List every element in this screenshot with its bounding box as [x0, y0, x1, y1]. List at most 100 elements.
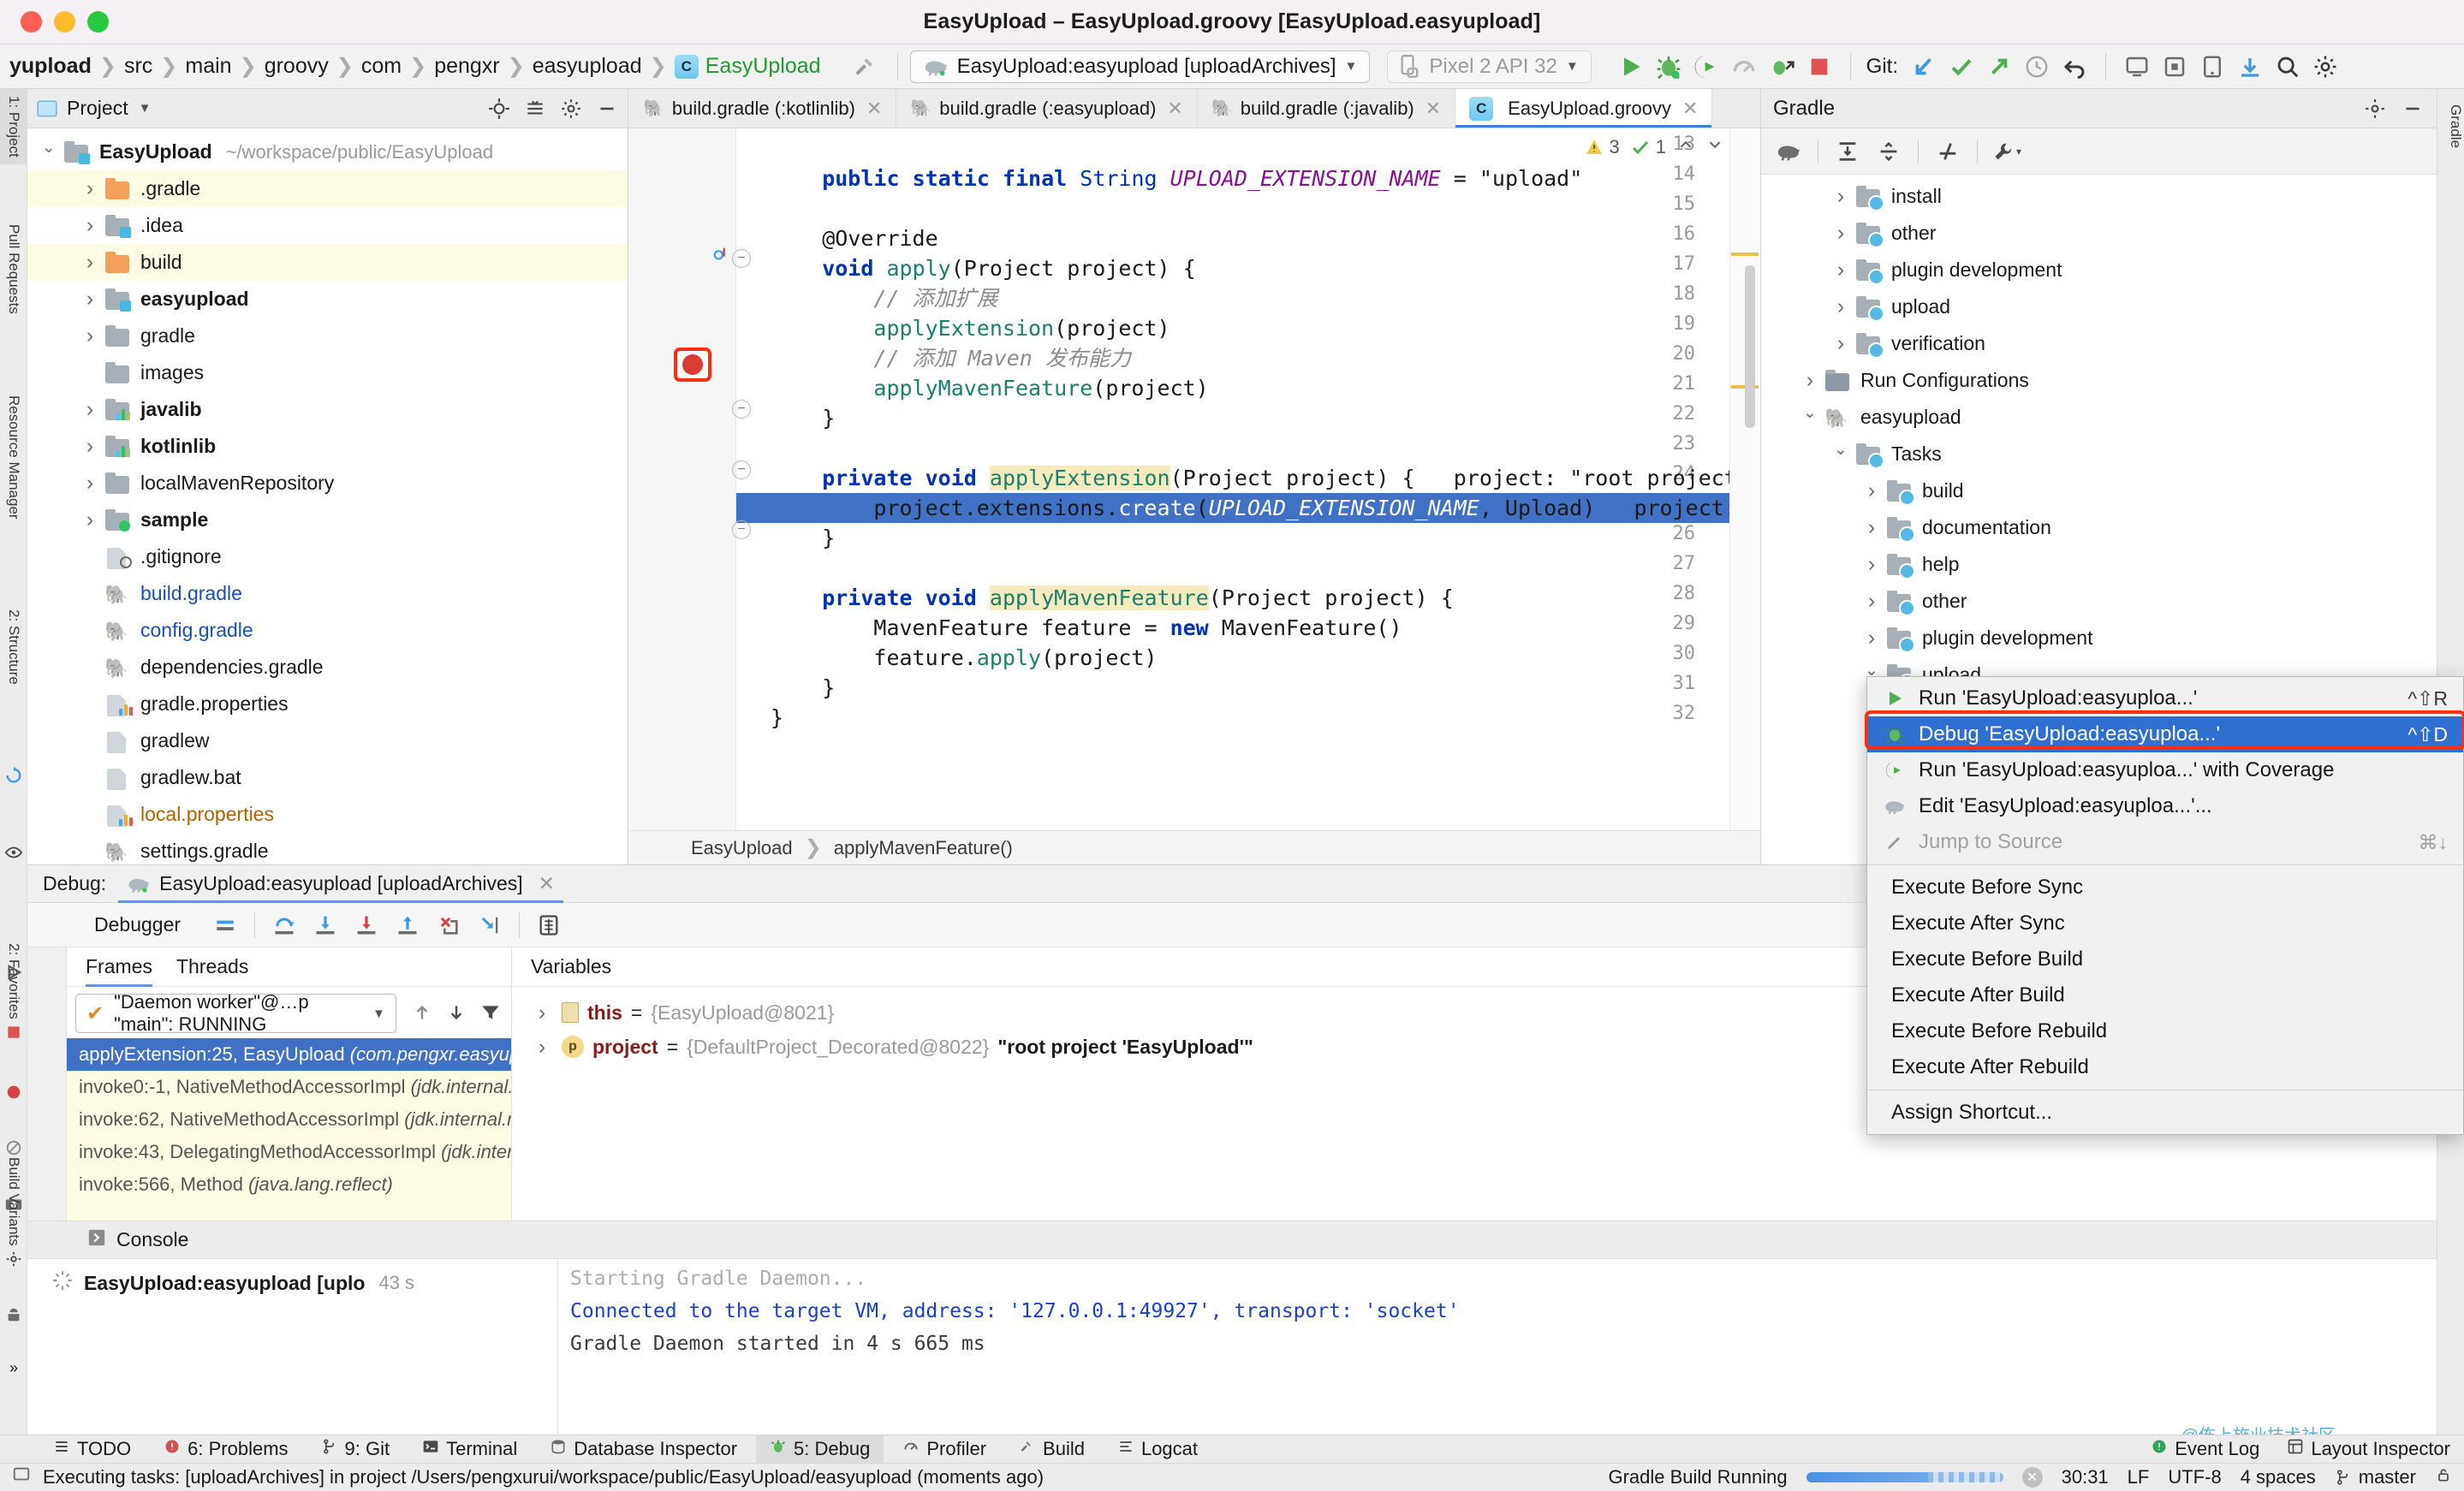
debug-button[interactable]: [1650, 48, 1687, 86]
gradle-tree-item[interactable]: 🐘 easyupload: [1761, 399, 2437, 436]
context-menu-item[interactable]: Execute After Build: [1867, 977, 2463, 1013]
android-icon[interactable]: [3, 1304, 24, 1325]
code-line[interactable]: }: [736, 523, 1760, 553]
tool-window-button[interactable]: 9: Git: [307, 1435, 404, 1464]
chevron-right-icon[interactable]: [1830, 331, 1852, 356]
editor-breadcrumb[interactable]: EasyUpload ❯ applyMavenFeature(): [629, 830, 1760, 864]
code-line[interactable]: }: [736, 673, 1760, 703]
code-line[interactable]: [736, 193, 1760, 223]
tab-threads[interactable]: Threads: [176, 955, 248, 978]
run-button[interactable]: [1612, 48, 1650, 86]
chevron-down-icon[interactable]: [1830, 444, 1852, 464]
file-encoding[interactable]: UTF-8: [2168, 1466, 2221, 1488]
code-line[interactable]: project.extensions.create(UPLOAD_EXTENSI…: [736, 493, 1760, 523]
git-push-icon[interactable]: [1980, 48, 2018, 86]
context-menu-item[interactable]: Debug 'EasyUpload:easyuploa...' ^⇧D: [1867, 716, 2463, 752]
fold-minus-icon[interactable]: −: [732, 400, 751, 419]
gradle-tree-item[interactable]: build: [1761, 472, 2437, 509]
gradle-toolbar[interactable]: ▾: [1761, 128, 2437, 175]
editor-gutter[interactable]: [629, 128, 736, 830]
breadcrumb-item-3[interactable]: groovy: [257, 54, 336, 79]
tree-item[interactable]: javalib: [27, 391, 628, 428]
evaluate-expression-icon[interactable]: [537, 913, 561, 937]
context-menu-item[interactable]: Execute Before Rebuild: [1867, 1013, 2463, 1049]
debugger-tab-label[interactable]: Debugger: [94, 913, 181, 936]
gradle-refresh-elephant-icon[interactable]: [1770, 134, 1807, 169]
scroll-down-icon[interactable]: [1705, 135, 1724, 159]
thread-selector[interactable]: ✔ "Daemon worker"@…p "main": RUNNING ▼: [75, 991, 396, 1035]
gradle-wrench-icon[interactable]: ▾: [1988, 134, 2026, 169]
device-selector[interactable]: Pixel 2 API 32 ▼: [1387, 50, 1592, 83]
tool-window-bar[interactable]: TODO 6: Problems 9: Git Terminal Database In…: [0, 1435, 2464, 1464]
chevron-right-icon[interactable]: [531, 1001, 553, 1025]
gradle-settings-gear-icon[interactable]: [2363, 97, 2387, 121]
close-tab-icon[interactable]: ✕: [1167, 98, 1182, 120]
tree-item[interactable]: gradle.properties: [27, 686, 628, 722]
tree-item[interactable]: gradlew: [27, 722, 628, 759]
git-branch[interactable]: master: [2335, 1466, 2416, 1488]
sidebar-tab-build-variants[interactable]: Build Variants: [0, 1150, 27, 1253]
editor-tab[interactable]: 🐘 build.gradle (:javalib) ✕: [1198, 89, 1456, 128]
fold-minus-icon[interactable]: −: [732, 520, 751, 539]
restart-debug-icon[interactable]: [3, 765, 24, 786]
stack-frame[interactable]: invoke:43, DelegatingMethodAccessorImpl …: [67, 1136, 511, 1168]
tree-item[interactable]: gradlew.bat: [27, 759, 628, 796]
project-file-tree[interactable]: EasyUpload ~/workspace/public/EasyUpload.…: [27, 128, 628, 864]
console-task-list[interactable]: EasyUpload:easyupload [uplo 43 s: [27, 1259, 558, 1435]
stack-frame[interactable]: invoke:62, NativeMethodAccessorImpl (jdk…: [67, 1103, 511, 1136]
profiler-button[interactable]: [1725, 48, 1763, 86]
code-editor[interactable]: 1314151617181920212223242526272829303132…: [629, 128, 1760, 830]
tree-item[interactable]: 🐘 settings.gradle: [27, 833, 628, 864]
tool-window-button[interactable]: Profiler: [889, 1435, 1000, 1464]
device-manager-icon[interactable]: [2118, 48, 2156, 86]
lock-icon[interactable]: [2435, 1465, 2452, 1489]
gradle-tree-item[interactable]: Run Configurations: [1761, 362, 2437, 399]
stack-frame[interactable]: invoke:566, Method (java.lang.reflect): [67, 1168, 511, 1201]
git-history-icon[interactable]: [2018, 48, 2056, 86]
step-out-icon[interactable]: [396, 913, 420, 937]
tree-item[interactable]: localMavenRepository: [27, 465, 628, 502]
caret-position[interactable]: 30:31: [2062, 1466, 2109, 1488]
breadcrumb-item-4[interactable]: com: [354, 54, 409, 79]
context-menu-item[interactable]: Run 'EasyUpload:easyuploa...' ^⇧R: [1867, 680, 2463, 716]
context-menu-item[interactable]: Edit 'EasyUpload:easyuploa...'...: [1867, 788, 2463, 824]
sidebar-tab-gradle[interactable]: Gradle: [2437, 98, 2464, 155]
tree-item[interactable]: 🐘 config.gradle: [27, 612, 628, 649]
code-line[interactable]: @Override: [736, 223, 1760, 253]
attach-debugger-button[interactable]: [1763, 48, 1800, 86]
gradle-tree-item[interactable]: other: [1761, 215, 2437, 252]
stack-frame[interactable]: invoke0:-1, NativeMethodAccessorImpl (jd…: [67, 1071, 511, 1103]
chevron-right-icon[interactable]: [79, 434, 101, 459]
chevron-down-icon[interactable]: [38, 142, 60, 162]
stack-frame[interactable]: applyExtension:25, EasyUpload (com.pengx…: [67, 1038, 511, 1071]
chevron-right-icon[interactable]: [79, 176, 101, 201]
breakpoint-marker[interactable]: [674, 348, 711, 382]
code-content[interactable]: public static final String UPLOAD_EXTENS…: [736, 128, 1760, 830]
editor-tab[interactable]: 🐘 build.gradle (:easyupload) ✕: [896, 89, 1198, 128]
editor-tab[interactable]: C EasyUpload.groovy ✕: [1455, 89, 1713, 128]
code-line[interactable]: applyMavenFeature(project): [736, 373, 1760, 403]
frame-down-icon[interactable]: [444, 1001, 468, 1025]
editor-breadcrumb-0[interactable]: EasyUpload: [691, 837, 793, 859]
debug-session-tab[interactable]: EasyUpload:easyupload [uploadArchives] ✕: [118, 865, 563, 903]
gradle-tree-item[interactable]: install: [1761, 178, 2437, 215]
breadcrumb-item-6[interactable]: easyupload: [525, 54, 650, 79]
code-line[interactable]: applyExtension(project): [736, 313, 1760, 343]
code-line[interactable]: }: [736, 703, 1760, 733]
filter-frames-icon[interactable]: [479, 1001, 503, 1025]
tree-item[interactable]: kotlinlib: [27, 428, 628, 465]
tree-item-root[interactable]: EasyUpload ~/workspace/public/EasyUpload: [27, 134, 628, 170]
check-count[interactable]: 1: [1630, 136, 1666, 158]
code-line[interactable]: }: [736, 403, 1760, 433]
tab-frames[interactable]: Frames: [86, 947, 152, 987]
context-menu-item[interactable]: Execute After Rebuild: [1867, 1049, 2463, 1085]
gradle-tree-item[interactable]: documentation: [1761, 509, 2437, 546]
tree-item[interactable]: images: [27, 354, 628, 391]
context-menu-item[interactable]: Run 'EasyUpload:easyuploa...' with Cover…: [1867, 752, 2463, 788]
chevron-right-icon[interactable]: [79, 397, 101, 422]
close-tab-icon[interactable]: ✕: [866, 98, 882, 120]
chevron-right-icon[interactable]: [1799, 368, 1821, 393]
run-configuration-selector[interactable]: EasyUpload:easyupload [uploadArchives] ▼: [909, 50, 1371, 83]
sdk-manager-icon[interactable]: [2156, 48, 2193, 86]
search-icon[interactable]: [2269, 48, 2306, 86]
